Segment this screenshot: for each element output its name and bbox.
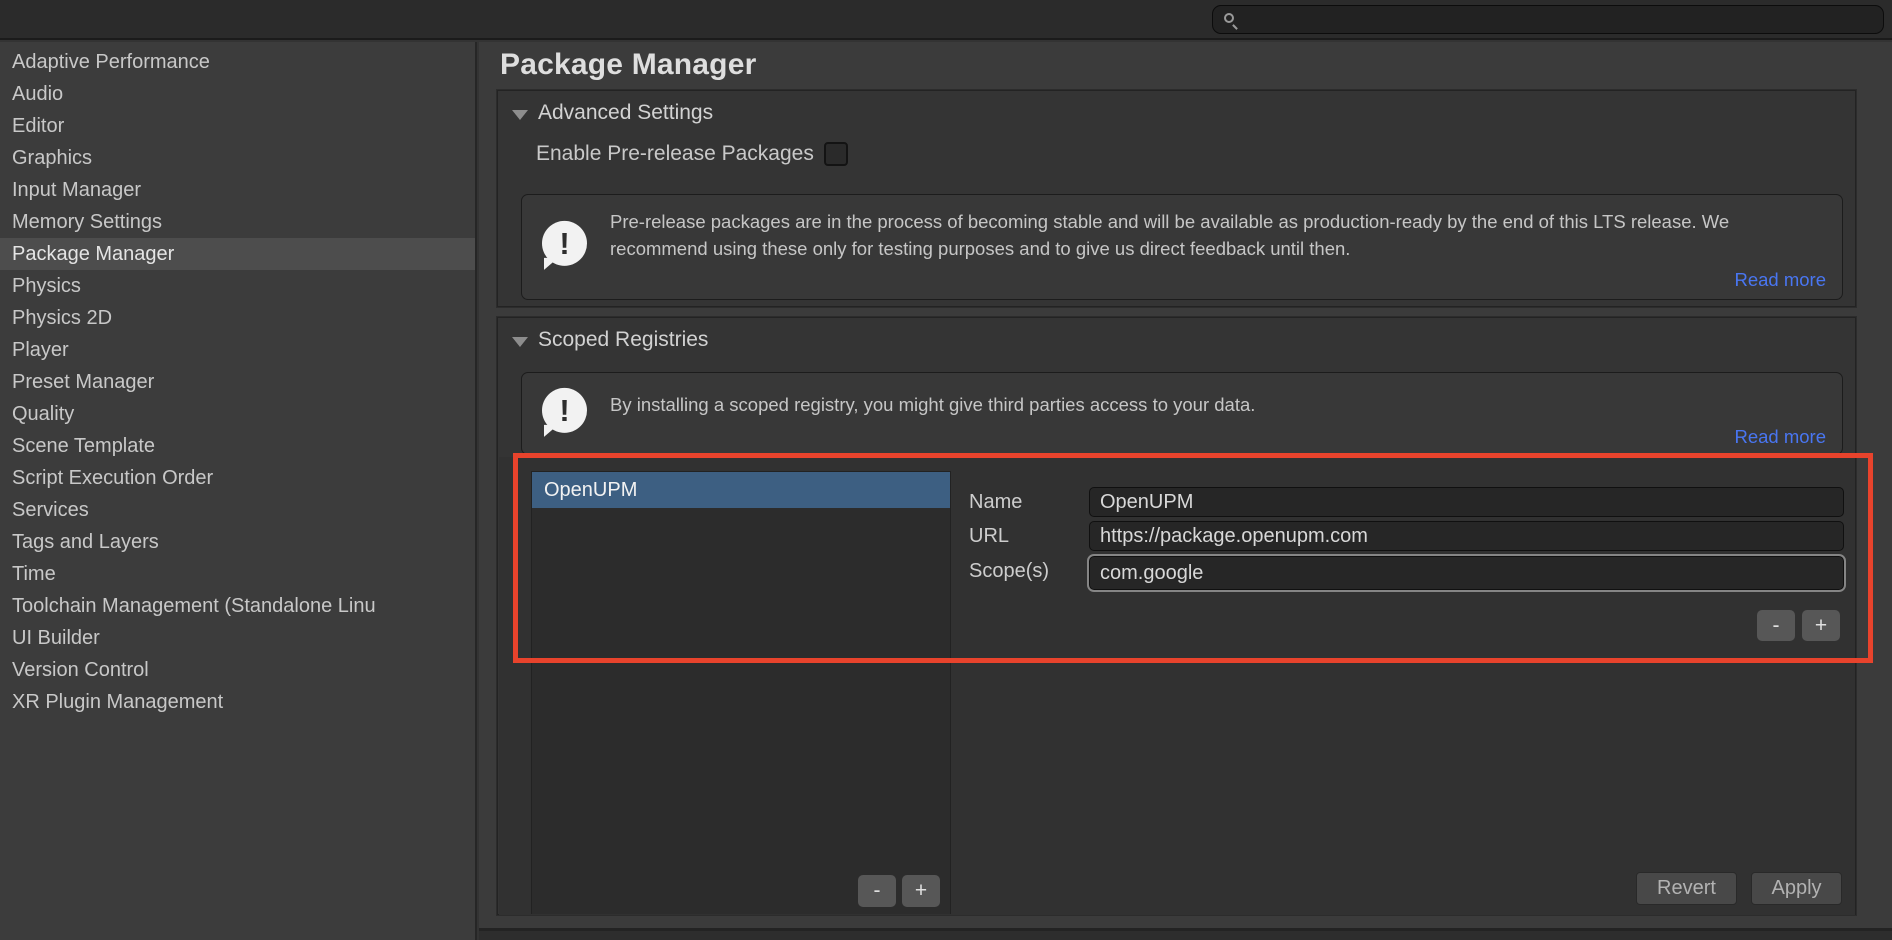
prerelease-info-box: ! Pre-release packages are in the proces…	[521, 194, 1843, 300]
foldout-triangle-icon	[512, 110, 528, 120]
sidebar-item-services[interactable]: Services	[0, 494, 475, 526]
name-field[interactable]	[1089, 487, 1844, 517]
warning-bubble-icon: !	[542, 221, 587, 266]
sidebar-item-time[interactable]: Time	[0, 558, 475, 590]
sidebar-item-script-execution-order[interactable]: Script Execution Order	[0, 462, 475, 494]
settings-search-box[interactable]	[1212, 5, 1884, 34]
warning-bubble-icon: !	[542, 387, 587, 432]
advanced-settings-foldout[interactable]: Advanced Settings	[512, 101, 713, 125]
sidebar-item-physics-2d[interactable]: Physics 2D	[0, 302, 475, 334]
top-toolbar	[0, 0, 1892, 40]
sidebar-item-scene-template[interactable]: Scene Template	[0, 430, 475, 462]
sidebar-item-quality[interactable]: Quality	[0, 398, 475, 430]
sidebar-item-memory-settings[interactable]: Memory Settings	[0, 206, 475, 238]
add-scope-button[interactable]: +	[1802, 610, 1840, 641]
sidebar-item-preset-manager[interactable]: Preset Manager	[0, 366, 475, 398]
enable-prerelease-label: Enable Pre-release Packages	[536, 142, 814, 166]
registry-list: OpenUPM - +	[531, 471, 951, 914]
advanced-settings-header: Advanced Settings	[538, 101, 713, 125]
advanced-settings-section: Advanced Settings Enable Pre-release Pac…	[497, 90, 1856, 307]
project-settings-window: Adaptive Performance Audio Editor Graphi…	[0, 0, 1892, 940]
revert-button[interactable]: Revert	[1636, 872, 1737, 905]
scope-list-buttons: - +	[1757, 610, 1840, 641]
scoped-registries-header: Scoped Registries	[538, 328, 708, 352]
panel-bottom-strip	[479, 931, 1892, 940]
registry-list-buttons: - +	[858, 875, 940, 907]
page-title: Package Manager	[500, 48, 756, 82]
foldout-triangle-icon	[512, 337, 528, 347]
url-field-label: URL	[969, 525, 1009, 548]
scoped-registries-section: Scoped Registries ! By installing a scop…	[497, 317, 1856, 915]
sidebar-item-xr-plugin-management[interactable]: XR Plugin Management	[0, 686, 475, 718]
sidebar-item-package-manager[interactable]: Package Manager	[0, 238, 475, 270]
sidebar-item-editor[interactable]: Editor	[0, 110, 475, 142]
sidebar-item-version-control[interactable]: Version Control	[0, 654, 475, 686]
registry-list-item-openupm[interactable]: OpenUPM	[532, 472, 950, 508]
sidebar-item-audio[interactable]: Audio	[0, 78, 475, 110]
prerelease-read-more-link[interactable]: Read more	[1734, 269, 1826, 291]
scoped-read-more-link[interactable]: Read more	[1734, 426, 1826, 448]
sidebar-item-adaptive-performance[interactable]: Adaptive Performance	[0, 46, 475, 78]
settings-sidebar: Adaptive Performance Audio Editor Graphi…	[0, 42, 477, 940]
remove-registry-button[interactable]: -	[858, 875, 896, 907]
settings-category-list: Adaptive Performance Audio Editor Graphi…	[0, 42, 475, 718]
sidebar-item-toolchain-management[interactable]: Toolchain Management (Standalone Linu	[0, 590, 475, 622]
sidebar-item-ui-builder[interactable]: UI Builder	[0, 622, 475, 654]
sidebar-item-graphics[interactable]: Graphics	[0, 142, 475, 174]
registries-editor-area: OpenUPM - + Name URL Scope(s) - +	[499, 457, 1855, 915]
name-field-label: Name	[969, 491, 1022, 514]
scoped-registry-info-box: ! By installing a scoped registry, you m…	[521, 372, 1843, 455]
enable-prerelease-checkbox[interactable]	[824, 142, 848, 166]
search-icon	[1224, 13, 1234, 23]
add-registry-button[interactable]: +	[902, 875, 940, 907]
scoped-registries-foldout[interactable]: Scoped Registries	[512, 328, 708, 352]
settings-content-pane: Package Manager Advanced Settings Enable…	[479, 42, 1892, 940]
remove-scope-button[interactable]: -	[1757, 610, 1795, 641]
apply-button[interactable]: Apply	[1751, 872, 1842, 905]
scopes-field[interactable]	[1089, 556, 1844, 590]
prerelease-info-text: Pre-release packages are in the process …	[610, 209, 1822, 262]
sidebar-item-tags-and-layers[interactable]: Tags and Layers	[0, 526, 475, 558]
scopes-field-label: Scope(s)	[969, 560, 1049, 583]
sidebar-item-player[interactable]: Player	[0, 334, 475, 366]
scoped-registry-info-text: By installing a scoped registry, you mig…	[610, 392, 1822, 419]
url-field[interactable]	[1089, 521, 1844, 551]
sidebar-item-input-manager[interactable]: Input Manager	[0, 174, 475, 206]
sidebar-item-physics[interactable]: Physics	[0, 270, 475, 302]
enable-prerelease-row: Enable Pre-release Packages	[536, 142, 848, 166]
search-input[interactable]	[1243, 8, 1873, 31]
